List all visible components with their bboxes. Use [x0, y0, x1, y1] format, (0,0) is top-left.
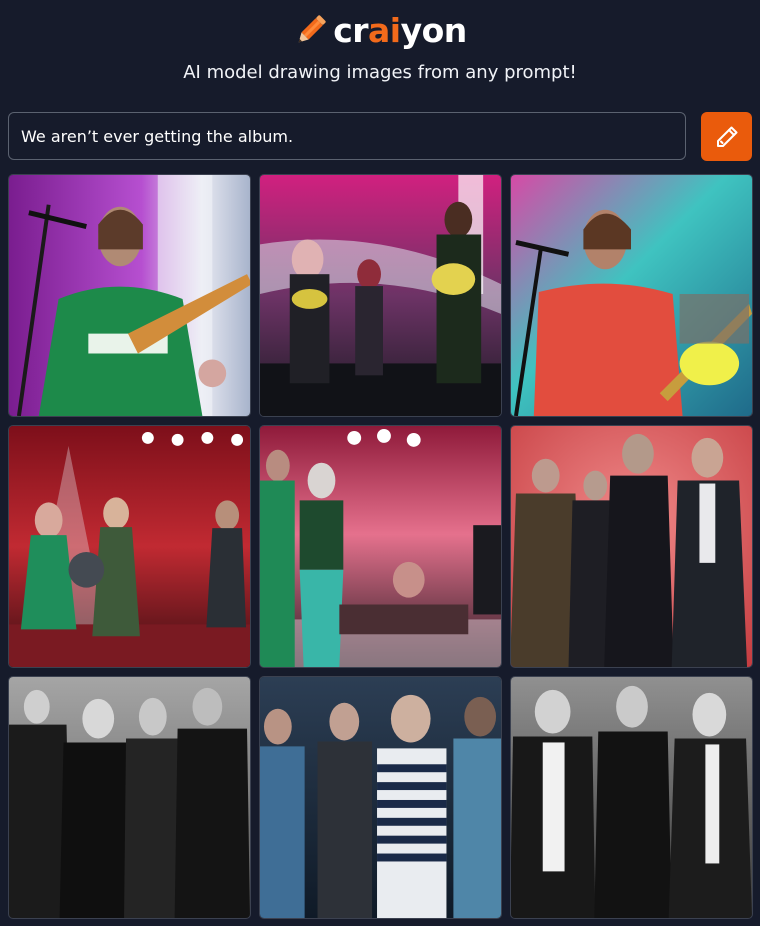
prompt-field[interactable]: [8, 112, 686, 160]
craiyon-page: craiyon AI model drawing images from any…: [0, 0, 760, 926]
result-image-5[interactable]: [259, 425, 502, 668]
pencil-icon: [716, 126, 737, 147]
tagline: AI model drawing images from any prompt!: [183, 62, 577, 83]
result-image-9[interactable]: [510, 676, 753, 919]
result-image-7[interactable]: [8, 676, 251, 919]
result-image-3[interactable]: [510, 174, 753, 417]
brand-name: craiyon: [333, 11, 467, 50]
result-image-1[interactable]: [8, 174, 251, 417]
result-image-6[interactable]: [510, 425, 753, 668]
brand-logo[interactable]: craiyon: [0, 10, 760, 52]
pencil-logo-icon: [298, 15, 326, 43]
results-grid: [8, 174, 753, 919]
result-image-8[interactable]: [259, 676, 502, 919]
prompt-input[interactable]: [21, 126, 671, 146]
draw-button[interactable]: [701, 112, 752, 161]
result-image-4[interactable]: [8, 425, 251, 668]
result-image-2[interactable]: [259, 174, 502, 417]
